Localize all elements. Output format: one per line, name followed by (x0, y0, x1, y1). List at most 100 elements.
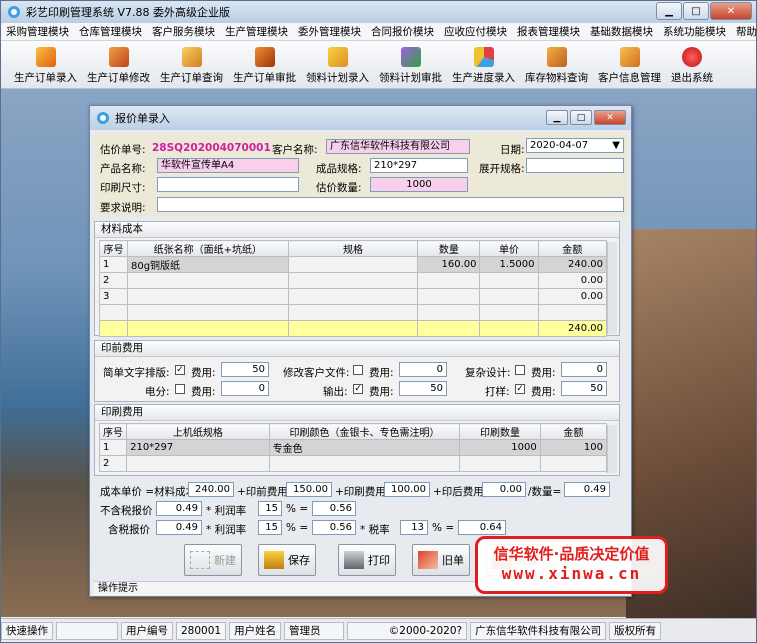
table-row[interactable] (99, 304, 608, 321)
proof-fee-field[interactable]: 50 (561, 381, 607, 396)
product-label: 产品名称: (100, 163, 146, 175)
menu-production[interactable]: 生产管理模块 (220, 24, 293, 39)
order-query-icon (181, 47, 202, 67)
modify-fee-label: 费用: (369, 367, 394, 379)
material-cost-field[interactable]: 240.00 (188, 482, 234, 497)
material-total: 240.00 (537, 320, 608, 337)
plus-print-label: +印刷费用 (335, 486, 386, 498)
in-tax-price[interactable]: 0.49 (156, 520, 202, 535)
customer-field[interactable]: 广东信华软件科技有限公司 (326, 139, 470, 154)
menu-outsource[interactable]: 委外管理模块 (293, 24, 366, 39)
div-qty-label: /数量= (528, 486, 562, 498)
mat-col-spec: 规格 (287, 240, 419, 257)
remark-field[interactable] (157, 197, 624, 212)
simple-text-checkbox[interactable]: ✓ (175, 365, 185, 375)
dialog-maximize-button[interactable]: □ (570, 110, 592, 125)
menu-purchase[interactable]: 采购管理模块 (1, 24, 74, 39)
material-approve-icon (400, 47, 421, 67)
toolbar-exit[interactable]: 退出系统 (666, 41, 718, 89)
close-button[interactable]: ✕ (710, 2, 752, 20)
product-field[interactable]: 华软件宣传单A4 (157, 158, 299, 173)
menu-finance[interactable]: 应收应付模块 (439, 24, 512, 39)
output-fee-field[interactable]: 50 (399, 381, 447, 396)
toolbar-order-entry[interactable]: 生产订单录入 (9, 41, 82, 89)
save-button[interactable]: 保存 (258, 544, 316, 576)
material-scrollbar[interactable] (607, 242, 617, 334)
menu-bar: 采购管理模块 仓库管理模块 客户服务模块 生产管理模块 委外管理模块 合同报价模… (1, 23, 757, 41)
minimize-button[interactable]: ▁ (656, 2, 682, 20)
toolbar-order-approve[interactable]: 生产订单审批 (228, 41, 301, 89)
prepress-title: 印前费用 (95, 341, 619, 357)
date-field[interactable]: 2020-04-07 ▼ (526, 138, 624, 153)
complex-fee-field[interactable]: 0 (561, 362, 607, 377)
qty-field[interactable]: 1000 (370, 177, 468, 192)
printing-scrollbar[interactable] (607, 425, 617, 473)
toolbar-order-edit[interactable]: 生产订单修改 (82, 41, 155, 89)
dialog-minimize-button[interactable]: ▁ (546, 110, 568, 125)
spec-field[interactable]: 210*297 (370, 158, 468, 173)
separation-checkbox[interactable] (175, 384, 185, 394)
sep-fee-label: 费用: (191, 386, 216, 398)
in-margin-field[interactable]: 15 (258, 520, 282, 535)
menu-reports[interactable]: 报表管理模块 (512, 24, 585, 39)
table-row[interactable]: 1 80g铜版纸 160.00 1.5000 240.00 (99, 256, 608, 273)
unit-cost-result: 0.49 (564, 482, 610, 497)
ex-tax-price[interactable]: 0.49 (156, 501, 202, 516)
menu-system[interactable]: 系统功能模块 (658, 24, 731, 39)
quote-no-label: 估价单号: (100, 144, 146, 156)
toolbar-customer-info[interactable]: 客户信息管理 (593, 41, 666, 89)
in-tax-total: 0.64 (458, 520, 506, 535)
modify-file-checkbox[interactable] (353, 365, 363, 375)
table-row[interactable]: 1 210*297 专金色 1000 100 (98, 439, 608, 456)
table-row[interactable]: 3 0.00 (99, 288, 608, 305)
table-row[interactable]: 2 (98, 455, 608, 472)
menu-contract[interactable]: 合同报价模块 (366, 24, 439, 39)
menu-basedata[interactable]: 基础数据模块 (585, 24, 658, 39)
toolbar-order-query[interactable]: 生产订单查询 (155, 41, 228, 89)
ex-margin-field[interactable]: 15 (258, 501, 282, 516)
proof-label: 打样: (485, 386, 510, 398)
proof-fee-label: 费用: (531, 386, 556, 398)
status-bar: 快速操作 用户编号 280001 用户姓名 管理员 ©2000-2020? 广东… (1, 618, 756, 642)
menu-warehouse[interactable]: 仓库管理模块 (74, 24, 147, 39)
status-copyright: ©2000-2020? (347, 621, 468, 640)
print-size-field[interactable] (157, 177, 299, 192)
in-tax-label: 含税报价 (108, 524, 150, 536)
post-cost-field[interactable]: 0.00 (482, 482, 526, 497)
toolbar-progress-entry[interactable]: 生产进度录入 (447, 41, 520, 89)
proof-checkbox[interactable]: ✓ (515, 384, 525, 394)
maximize-button[interactable]: □ (683, 2, 709, 20)
ex-margin-label: * 利润率 (206, 505, 247, 517)
new-button[interactable]: 新建 (184, 544, 242, 576)
mat-col-seq: 序号 (99, 240, 128, 257)
print-cost-field[interactable]: 100.00 (384, 482, 430, 497)
modify-file-label: 修改客户文件: (283, 367, 350, 379)
open-spec-field[interactable] (526, 158, 624, 173)
table-row[interactable]: 2 0.00 (99, 272, 608, 289)
printer-icon (344, 551, 364, 569)
print-col-color: 印刷颜色（金银卡、专色需注明） (268, 423, 461, 440)
output-checkbox[interactable]: ✓ (353, 384, 363, 394)
menu-help[interactable]: 帮助 (731, 24, 757, 39)
sep-fee-field[interactable]: 0 (221, 381, 269, 396)
prepress-cost-field[interactable]: 150.00 (286, 482, 332, 497)
old-order-button[interactable]: 旧单 (412, 544, 470, 576)
material-cost-section: 材料成本 序号 纸张名称（面纸+坑纸） 规格 数量 单价 金额 1 80g铜版纸… (94, 221, 620, 337)
dialog-close-button[interactable]: ✕ (594, 110, 626, 125)
toolbar-material-approve[interactable]: 领料计划审批 (374, 41, 447, 89)
unit-cost-label: 成本单价 =材料成本 (100, 486, 197, 498)
status-user-name: 管理员 (284, 621, 345, 640)
toolbar-material-entry[interactable]: 领料计划录入 (301, 41, 374, 89)
modify-fee-field[interactable]: 0 (399, 362, 447, 377)
print-button[interactable]: 打印 (338, 544, 396, 576)
in-tax-subtotal: 0.56 (312, 520, 356, 535)
complex-checkbox[interactable] (515, 365, 525, 375)
status-company: 广东信华软件科技有限公司 (470, 621, 607, 640)
tax-rate-field[interactable]: 13 (400, 520, 428, 535)
tax-rate-label: * 税率 (360, 524, 390, 536)
menu-customer[interactable]: 客户服务模块 (147, 24, 220, 39)
qty-label: 估价数量: (316, 182, 362, 194)
simple-fee-field[interactable]: 50 (221, 362, 269, 377)
toolbar-stock-query[interactable]: 库存物料查询 (520, 41, 593, 89)
ex-tax-label: 不含税报价 (100, 505, 153, 517)
